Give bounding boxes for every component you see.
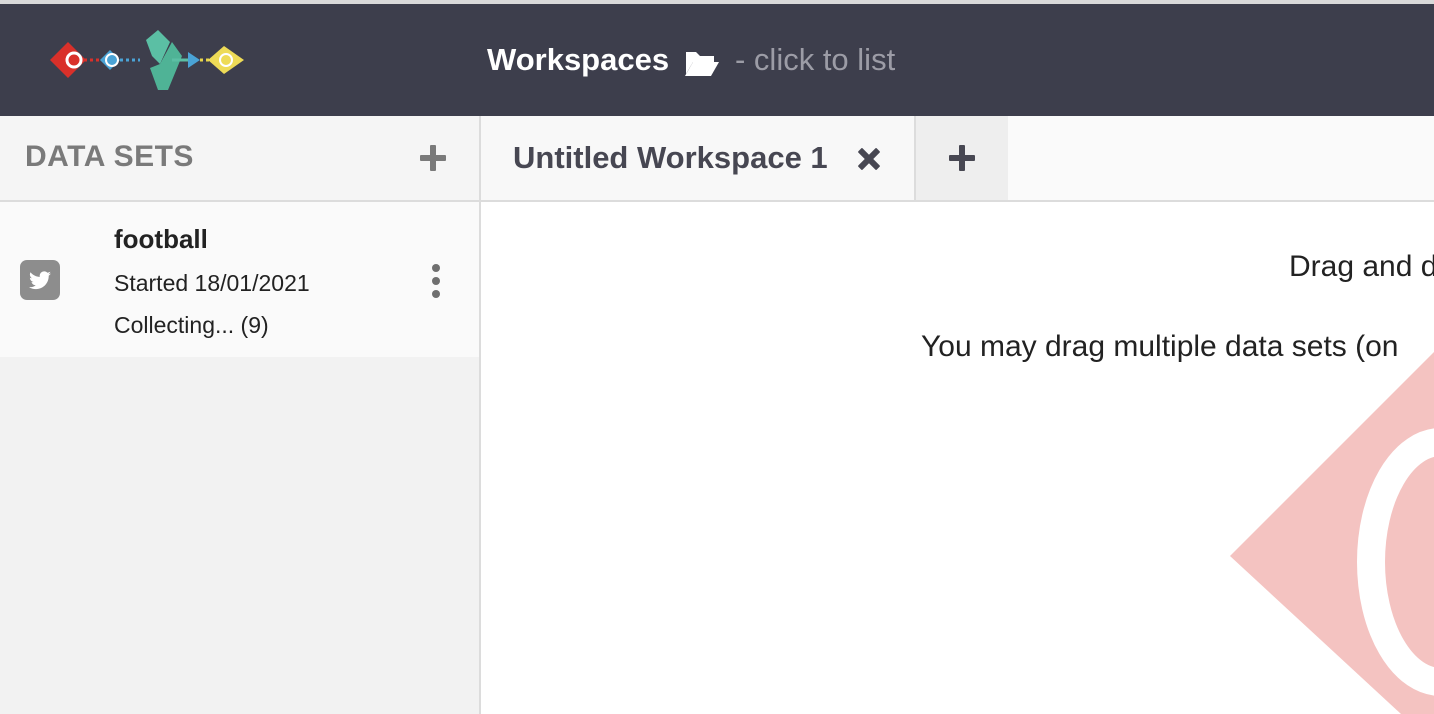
dataset-item-football[interactable]: football Started 18/01/2021 Collecting..… — [0, 202, 479, 357]
dataset-started: Started 18/01/2021 — [114, 270, 310, 296]
dataset-name: football — [114, 224, 208, 254]
workspace-tabbar: Untitled Workspace 1 — [481, 116, 1434, 202]
cosmos-logo[interactable] — [48, 28, 248, 92]
workspaces-list-hint[interactable]: - click to list — [735, 42, 895, 78]
twitter-icon — [20, 260, 60, 300]
drop-instructions-subtitle: You may drag multiple data sets (on — [921, 330, 1399, 363]
tab-label: Untitled Workspace 1 — [513, 140, 828, 175]
add-workspace-button[interactable] — [916, 116, 1008, 200]
kebab-menu-icon[interactable] — [430, 264, 442, 298]
workspaces-title[interactable]: Workspaces — [487, 42, 669, 78]
datasets-title: DATA SETS — [25, 140, 194, 173]
close-icon[interactable] — [857, 147, 881, 171]
dataset-status: Collecting... (9) — [114, 312, 269, 338]
add-dataset-plus-icon[interactable] — [420, 145, 446, 171]
datasets-header: DATA SETS — [0, 116, 479, 202]
app-header: Workspaces - click to list — [0, 4, 1434, 116]
tab-untitled-workspace-1[interactable]: Untitled Workspace 1 — [481, 116, 916, 200]
folder-open-icon[interactable] — [684, 48, 720, 78]
plus-icon — [949, 145, 975, 171]
datasets-sidebar: DATA SETS football Started 18/01/2021 Co… — [0, 116, 481, 714]
drop-instructions-title: Drag and d — [1289, 250, 1434, 283]
workspace-drop-area[interactable]: Drag and d You may drag multiple data se… — [481, 202, 1434, 714]
